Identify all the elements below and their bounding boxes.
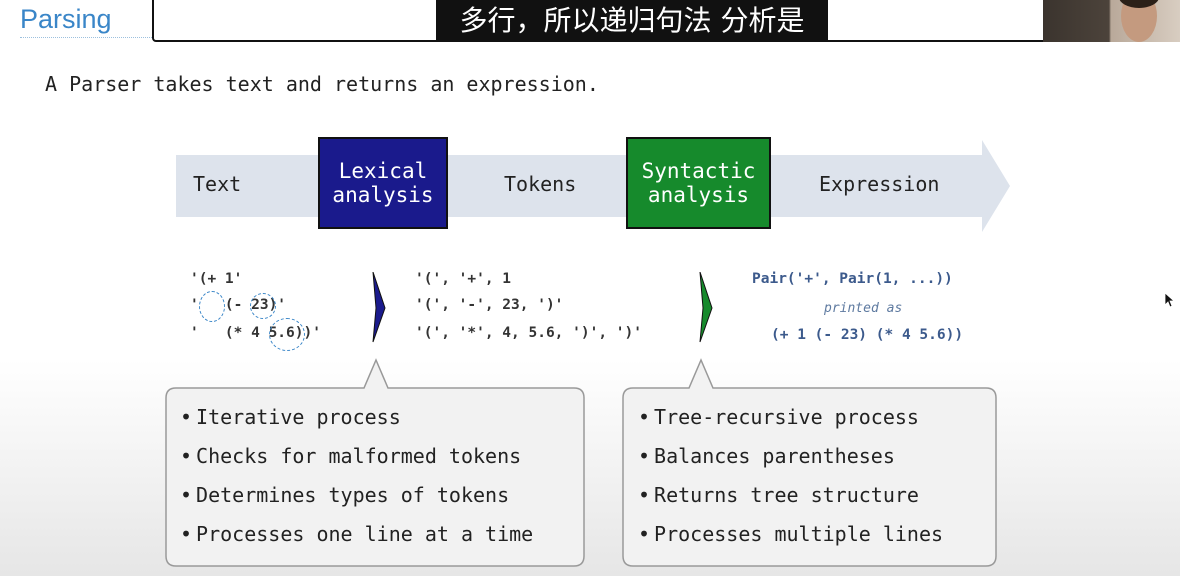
lexical-box-line-1: Lexical	[338, 159, 428, 183]
syntactic-analysis-box: Syntactic analysis	[626, 137, 771, 229]
text-stage-label: Text	[193, 172, 242, 196]
syntactic-point: Tree-recursive process	[638, 398, 943, 437]
lexical-point: Iterative process	[180, 398, 533, 437]
slide-title: Parsing	[20, 4, 112, 34]
token-example-line-2: '(', '-', 23, ')'	[415, 297, 564, 313]
syntactic-box-line-2: analysis	[647, 183, 750, 207]
syntactic-point: Balances parentheses	[638, 437, 943, 476]
decimal-highlight-ring	[269, 318, 305, 351]
text-example-line-1: '(+ 1'	[190, 271, 243, 287]
tokens-stage-label: Tokens	[504, 172, 577, 196]
webcam-thumbnail	[1043, 0, 1180, 42]
lexical-points-list: Iterative process Checks for malformed t…	[180, 398, 533, 554]
syntactic-box-line-1: Syntactic	[641, 159, 756, 183]
whitespace-highlight-ring	[199, 291, 225, 322]
number-highlight-ring	[250, 293, 276, 319]
caption-text: 多行，所以递归句法 分析是	[436, 0, 828, 42]
syntactic-points-list: Tree-recursive process Balances parenthe…	[638, 398, 943, 554]
printed-as-note: printed as	[824, 301, 903, 316]
token-example-line-1: '(', '+', 1	[415, 271, 512, 287]
lexical-point: Determines types of tokens	[180, 476, 533, 515]
token-example-line-3: '(', '*', 4, 5.6, ')', ')'	[415, 325, 642, 341]
expression-stage-label: Expression	[819, 172, 940, 196]
intro-text: A Parser takes text and returns an expre…	[45, 72, 599, 96]
syntactic-marker	[699, 272, 713, 343]
syntactic-point: Returns tree structure	[638, 476, 943, 515]
lexical-box-line-2: analysis	[332, 183, 434, 207]
lexical-point: Checks for malformed tokens	[180, 437, 533, 476]
mouse-cursor-icon	[1164, 292, 1174, 308]
printed-expression: (+ 1 (- 23) (* 4 5.6))	[771, 327, 964, 343]
syntactic-point: Processes multiple lines	[638, 515, 943, 554]
lexical-point: Processes one line at a time	[180, 515, 533, 554]
expression-example: Pair('+', Pair(1, ...))	[752, 271, 953, 287]
lexical-analysis-box: Lexical analysis	[318, 137, 448, 229]
lexical-marker	[372, 272, 386, 343]
